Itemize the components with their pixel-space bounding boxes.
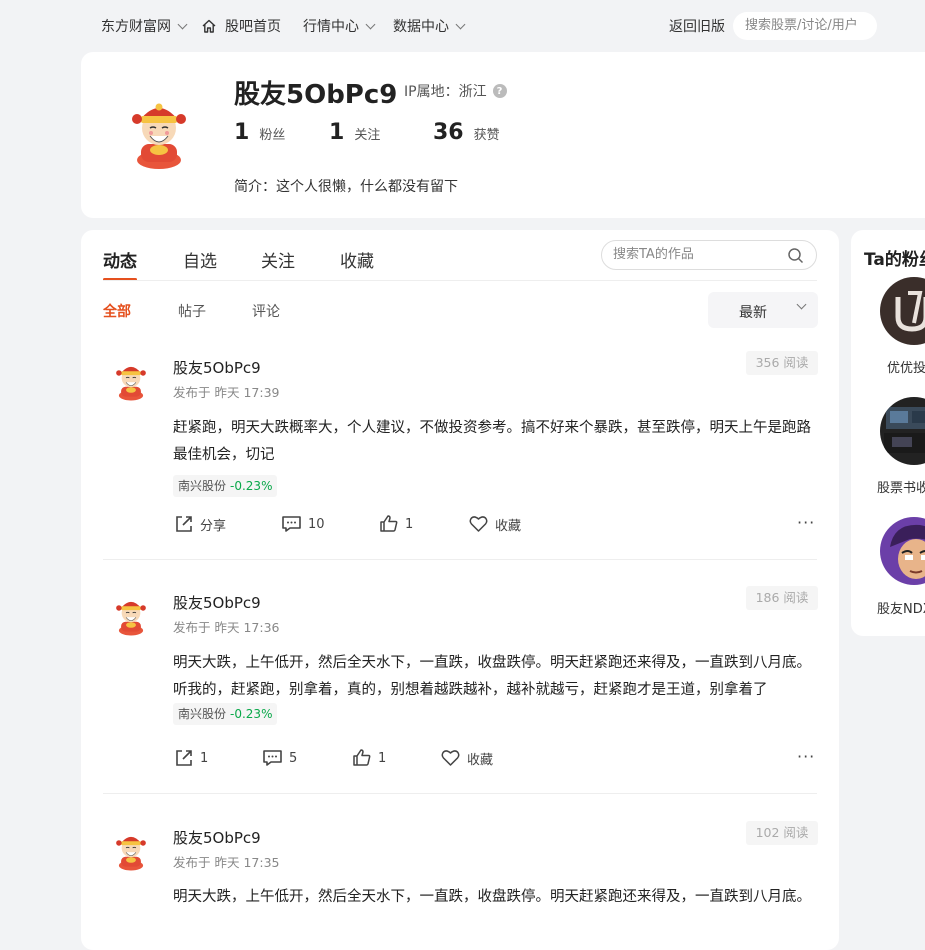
more-options-icon[interactable]: ··· [797,513,815,532]
heart-icon [469,516,488,532]
collect-button[interactable]: 收藏 [468,514,521,534]
tab-favorites[interactable]: 收藏 [340,247,374,272]
site-search-input[interactable]: 搜索股票/讨论/用户 [733,12,877,40]
user-avatar[interactable] [119,90,199,170]
chevron-down-icon [796,299,807,310]
post-divider [103,793,817,794]
thumbs-up-icon [353,749,371,766]
like-button[interactable]: 1 [379,514,413,534]
comment-icon [263,750,282,766]
subtab-posts[interactable]: 帖子 [178,301,206,321]
nav-guba-home[interactable]: 股吧首页 [201,16,281,36]
post-item: 股友5ObPc9 发布于 昨天 17:36 186 阅读 明天大跌，上午低开，然… [81,572,839,795]
post-author[interactable]: 股友5ObPc9 [173,357,261,378]
old-version-link[interactable]: 返回旧版 [669,16,725,36]
home-icon [202,19,216,33]
read-count-badge: 356 阅读 [746,351,818,375]
tab-following[interactable]: 关注 [261,247,295,272]
heart-icon [441,750,460,766]
avatar[interactable] [109,357,153,401]
subtab-all[interactable]: 全部 [103,301,131,321]
read-count-badge: 186 阅读 [746,586,818,610]
nav-eastmoney[interactable]: 东方财富网 [101,16,188,36]
post-author[interactable]: 股友5ObPc9 [173,592,261,613]
post-time: 发布于 昨天 17:39 [173,385,280,400]
comment-button[interactable]: 5 [262,748,297,768]
like-button[interactable]: 1 [352,748,386,768]
nav-market-center[interactable]: 行情中心 [303,16,376,36]
tabs-divider [103,280,817,281]
profile-bio: 简介：这个人很懒，什么都没有留下 [234,179,458,195]
top-navigation: 东方财富网 股吧首页 行情中心 数据中心 返回旧版 搜索股票/讨论/用户 [0,0,925,52]
chevron-down-icon [365,19,376,29]
subtab-comments[interactable]: 评论 [252,301,280,321]
fans-panel: Ta的粉丝 优优投资 股票书收藏 股友NDX [851,230,925,636]
fans-stat[interactable]: 1 粉丝 [234,120,285,145]
ip-location: IP属地：浙江 ? [404,81,507,101]
sort-select[interactable]: 最新 [708,292,818,328]
share-icon [176,516,192,532]
share-button[interactable]: 1 [174,748,208,768]
fan-name[interactable]: 股票书收藏 [877,477,925,496]
feed-card: 动态 自选 关注 收藏 搜索TA的作品 全部 帖子 评论 最新 股友5ObPc9… [81,230,839,950]
help-icon[interactable]: ? [492,84,507,98]
chevron-down-icon [455,19,466,29]
post-content[interactable]: 明天大跌，上午低开，然后全天水下，一直跌，收盘跌停。明天赶紧跑还来得及，一直跌到… [173,650,819,704]
following-stat[interactable]: 1 关注 [329,120,380,145]
avatar[interactable] [109,592,153,636]
nav-data-center[interactable]: 数据中心 [393,16,466,36]
profile-username: 股友5ObPc9 [234,80,398,110]
post-item: 股友5ObPc9 发布于 昨天 17:39 356 阅读 赶紧跑，明天大跌概率大… [81,337,839,560]
post-time: 发布于 昨天 17:35 [173,855,280,870]
tab-activity[interactable]: 动态 [103,247,137,272]
comment-button[interactable]: 10 [281,514,325,534]
post-author[interactable]: 股友5ObPc9 [173,827,261,848]
thumbs-up-icon [380,515,398,532]
stock-tag[interactable]: 南兴股份 -0.23% [173,703,278,725]
post-content[interactable]: 明天大跌，上午低开，然后全天水下，一直跌，收盘跌停。明天赶紧跑还来得及，一直跌到… [173,884,819,911]
collect-button[interactable]: 收藏 [440,748,493,768]
share-icon [176,750,192,766]
likes-stat: 36 获赞 [433,120,500,145]
fan-name[interactable]: 优优投资 [887,357,925,376]
fan-avatar[interactable] [880,397,925,465]
more-options-icon[interactable]: ··· [797,747,815,766]
tab-watchlist[interactable]: 自选 [183,247,217,272]
search-icon[interactable] [787,247,804,264]
works-search-input[interactable]: 搜索TA的作品 [601,240,817,270]
chevron-down-icon [177,19,188,29]
fans-panel-title: Ta的粉丝 [864,250,925,270]
share-button[interactable]: 分享 [174,514,226,534]
post-divider [103,559,817,560]
post-content[interactable]: 赶紧跑，明天大跌概率大，个人建议，不做投资参考。搞不好来个暴跌，甚至跌停，明天上… [173,415,819,469]
read-count-badge: 102 阅读 [746,821,818,845]
stock-tag[interactable]: 南兴股份 -0.23% [173,475,278,497]
post-item: 股友5ObPc9 发布于 昨天 17:35 102 阅读 明天大跌，上午低开，然… [81,807,839,950]
avatar[interactable] [109,827,153,871]
fan-avatar[interactable] [880,277,925,345]
profile-card: 股友5ObPc9 IP属地：浙江 ? 1 粉丝 1 关注 36 获赞 简介：这个… [81,52,925,218]
post-time: 发布于 昨天 17:36 [173,620,280,635]
fan-avatar[interactable] [880,517,925,585]
fan-name[interactable]: 股友NDX [877,598,925,617]
comment-icon [282,516,301,532]
